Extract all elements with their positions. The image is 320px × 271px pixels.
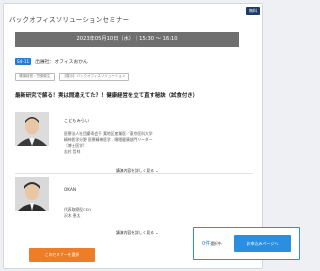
tag-item: 【展示】バックオフィスソリューション bbox=[58, 73, 130, 81]
selection-bar: 0件選択中 お申込みページへ bbox=[193, 227, 300, 260]
speaker-block: こどもみらい 医療法人社団慶寿会千 葉地区産業医／東京医科大学 精神医学分野 医… bbox=[15, 112, 253, 173]
speaker-photo-icon bbox=[15, 177, 49, 211]
selected-count-value: 0件 bbox=[202, 241, 211, 247]
seminar-category-title: バックオフィスソリューションセミナー bbox=[9, 16, 130, 24]
session-date-time: 2023年05月10日（水）｜15:30 〜 16:10 bbox=[15, 32, 239, 47]
speaker-divider bbox=[15, 173, 253, 174]
show-more-label: 講演内容を詳しく見る bbox=[116, 230, 154, 235]
session-title: 最新研究で解る！実は間違えてた？！健康経営を立て直す秘訣（試食付き） bbox=[15, 93, 199, 99]
chevron-down-icon: ⌄ bbox=[155, 230, 159, 235]
select-seminar-button[interactable]: このセミナーを選択 bbox=[29, 248, 95, 262]
free-badge: 無料 bbox=[246, 7, 260, 15]
speaker-avatar bbox=[15, 177, 49, 211]
show-more-link[interactable]: 講演内容を詳しく見る ⌄ bbox=[116, 230, 158, 236]
speaker-name: OKAN bbox=[64, 187, 76, 192]
session-tags: 健康経営・労働衛生 【展示】バックオフィスソリューション bbox=[15, 73, 130, 81]
application-page-button[interactable]: お申込みページへ bbox=[234, 235, 291, 252]
speaker-name: こどもみらい bbox=[64, 118, 90, 123]
selected-count: 0件選択中 bbox=[202, 240, 222, 247]
session-code-badge: S4-11 bbox=[15, 58, 32, 65]
tag-item: 健康経営・労働衛生 bbox=[15, 73, 55, 81]
speaker-fullname: 志村 哲祥 bbox=[64, 149, 81, 154]
session-meta-row: S4-11 出展社：オフィスおかん bbox=[15, 57, 88, 66]
selected-count-suffix: 選択中 bbox=[210, 241, 222, 246]
seminar-card-header: バックオフィスソリューションセミナー 無料 bbox=[4, 4, 262, 24]
speaker-photo-icon bbox=[15, 112, 49, 146]
exhibitor-name: 出展社：オフィスおかん bbox=[35, 60, 88, 65]
speaker-avatar bbox=[15, 112, 49, 146]
speaker-fullname: 沢木 恵太 bbox=[64, 213, 81, 218]
